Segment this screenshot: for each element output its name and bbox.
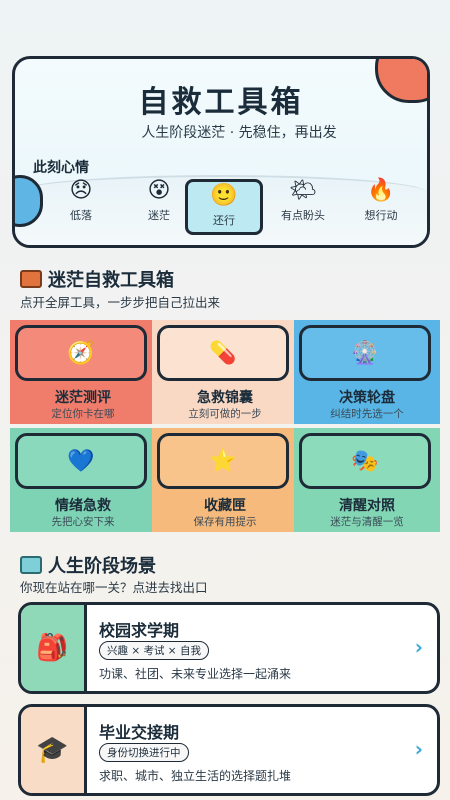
stage-desc: 功课、社团、未来专业选择一起涌来 (99, 667, 292, 681)
sad-face-icon: 😞 (69, 178, 93, 203)
stage-tag: 兴趣 × 考试 × 自我 (99, 641, 209, 660)
tool-desc: 纠结时先选一个 (330, 408, 404, 420)
tool-title: 迷茫测评 (55, 390, 111, 406)
stage-title: 毕业交接期 (99, 723, 180, 742)
wheel-icon: 🎡 (299, 325, 431, 381)
tool-title: 急救锦囊 (197, 390, 253, 406)
fire-icon: 🔥 (367, 178, 395, 203)
mood-option-okay[interactable]: 🙂 还行 (185, 179, 263, 235)
tool-favorites-box[interactable]: ⭐ 收藏匣 保存有用提示 (152, 428, 298, 532)
mood-label: 此刻心情 (33, 160, 89, 176)
smile-face-icon: 🙂 (210, 183, 238, 208)
toolbox-icon (20, 270, 42, 288)
masks-icon: 🎭 (299, 433, 431, 489)
tool-emotion-first-aid[interactable]: 💙 情绪急救 先把心安下来 (10, 428, 156, 532)
capsule-icon: 💊 (157, 325, 289, 381)
tool-desc: 立刻可做的一步 (188, 408, 262, 420)
mood-option-label: 还行 (213, 214, 235, 227)
mood-option-label: 想行动 (364, 209, 398, 222)
compass-icon: 🧭 (15, 325, 147, 381)
mood-option-hopeful[interactable]: 🌤 有点盼头 (267, 177, 339, 231)
sun-cloud-icon: 🌤 (289, 178, 317, 203)
heart-icon: 💙 (15, 433, 147, 489)
tool-desc: 定位你卡在哪 (51, 408, 115, 420)
stage-card-campus[interactable]: 🎒 校园求学期 兴趣 × 考试 × 自我 功课、社团、未来专业选择一起涌来 › (18, 602, 440, 694)
stage-tag: 身份切换进行中 (99, 743, 189, 762)
tool-title: 收藏匣 (204, 498, 246, 514)
chevron-right-icon: › (414, 737, 423, 761)
tool-clarity-compare[interactable]: 🎭 清醒对照 迷茫与清醒一览 (294, 428, 440, 532)
tool-title: 决策轮盘 (339, 390, 395, 406)
page-subtitle: 人生阶段迷茫 · 先稳住，再出发 (141, 125, 337, 141)
toolbox-section-subtitle: 点开全屏工具，一步步把自己拉出来 (20, 295, 221, 310)
mood-option-label: 低落 (70, 209, 92, 222)
mood-option-act[interactable]: 🔥 想行动 (345, 177, 417, 231)
tool-title: 情绪急救 (55, 498, 111, 514)
tool-decision-wheel[interactable]: 🎡 决策轮盘 纠结时先选一个 (294, 320, 440, 424)
stage-desc: 求职、城市、独立生活的选择题扎堆 (99, 769, 292, 783)
hero-card: 自救工具箱 人生阶段迷茫 · 先稳住，再出发 此刻心情 😞 低落 😵 迷茫 🙂 … (12, 56, 430, 248)
star-icon: ⭐ (157, 433, 289, 489)
chevron-right-icon: › (414, 635, 423, 659)
stage-title: 校园求学期 (99, 621, 180, 640)
tool-confusion-assessment[interactable]: 🧭 迷茫测评 定位你卡在哪 (10, 320, 156, 424)
stage-card-graduation[interactable]: 🎓 毕业交接期 身份切换进行中 求职、城市、独立生活的选择题扎堆 › (18, 704, 440, 796)
stages-section-subtitle: 你现在站在哪一关？点进去找出口 (20, 580, 208, 595)
tool-first-aid-kit[interactable]: 💊 急救锦囊 立刻可做的一步 (152, 320, 298, 424)
mood-option-low[interactable]: 😞 低落 (45, 177, 117, 231)
mood-option-label: 有点盼头 (281, 209, 325, 222)
tool-title: 清醒对照 (339, 498, 395, 514)
signpost-icon (20, 556, 42, 574)
tool-desc: 先把心安下来 (51, 516, 115, 528)
page-title: 自救工具箱 (138, 85, 304, 120)
stages-section-title: 人生阶段场景 (20, 552, 156, 578)
tool-desc: 迷茫与清醒一览 (330, 516, 404, 528)
tool-desc: 保存有用提示 (193, 516, 257, 528)
graduation-cap-icon: 🎓 (21, 707, 87, 793)
backpack-icon: 🎒 (21, 605, 87, 691)
toolbox-section-title: 迷茫自救工具箱 (20, 266, 174, 292)
